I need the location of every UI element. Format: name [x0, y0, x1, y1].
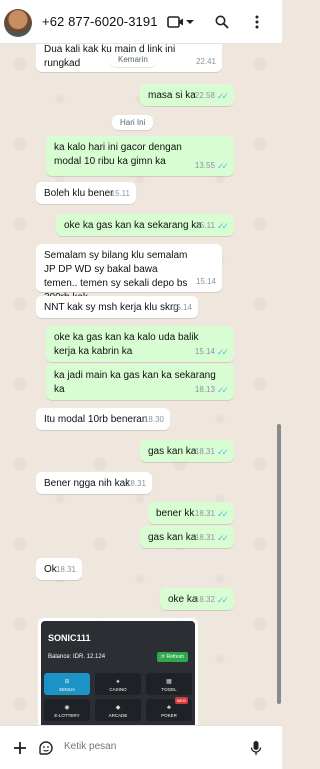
message-time: 18.13 ✓✓: [194, 385, 229, 395]
message-text: gas kan ka: [148, 532, 197, 543]
message-time: 18.32 ✓✓: [194, 595, 229, 605]
lottery-icon: ◉: [64, 705, 70, 711]
refresh-badge: ⟳ Refresh: [156, 652, 188, 662]
message-input[interactable]: [64, 741, 234, 752]
message-time: 18.31: [125, 479, 146, 488]
arcade-icon: ◆: [115, 705, 121, 711]
read-ticks-icon: ✓✓: [216, 533, 229, 543]
message-outgoing[interactable]: ka jadi main ka gas kan ka sekarang ka 1…: [46, 364, 234, 400]
read-ticks-icon: ✓✓: [216, 509, 229, 519]
message-outgoing[interactable]: gas kan ka 18.31 ✓✓: [140, 440, 234, 462]
message-time: 15.14: [171, 303, 192, 312]
menu-dots-icon[interactable]: [247, 12, 267, 32]
avatar[interactable]: [4, 9, 32, 37]
read-ticks-icon: ✓✓: [216, 385, 229, 395]
plus-icon[interactable]: [10, 738, 30, 758]
tile-togel: ▦ TOGEL: [146, 673, 192, 695]
message-outgoing[interactable]: bener kk 18.31 ✓✓: [148, 502, 234, 524]
message-text: Ok: [44, 564, 57, 575]
message-time: 15.14 ✓✓: [194, 347, 229, 357]
game-balance: Balance: IDR. 12.124: [48, 654, 106, 660]
message-incoming[interactable]: Semalam sy bilang klu semalam JP DP WD s…: [36, 244, 222, 303]
read-ticks-icon: ✓✓: [216, 221, 229, 231]
togel-icon: ▦: [166, 679, 172, 685]
message-text: Boleh klu bener: [44, 188, 114, 199]
new-badge: NEW: [174, 697, 188, 704]
message-outgoing[interactable]: oke ka gas kan ka sekarang ka 15.11 ✓✓: [56, 214, 234, 236]
message-text: Bener ngga nih kak: [44, 478, 131, 489]
message-text: gas kan ka: [148, 446, 197, 457]
message-time: 13.55 ✓✓: [194, 161, 229, 171]
message-incoming[interactable]: Ok 18.31: [36, 558, 82, 580]
chevron-down-icon[interactable]: [184, 12, 196, 32]
message-outgoing[interactable]: gas kan ka 18.31 ✓✓: [140, 526, 234, 548]
video-call-icon[interactable]: [166, 12, 186, 32]
game-title: SONIC111: [48, 633, 91, 643]
message-text: ka kalo hari ini gacor dengan modal 10 r…: [54, 142, 182, 167]
message-time: 18.31: [55, 565, 76, 574]
casino-icon: ♠: [116, 679, 120, 685]
message-time: 18.31 ✓✓: [194, 509, 229, 519]
message-time: 18.31 ✓✓: [194, 447, 229, 457]
read-ticks-icon: ✓✓: [216, 91, 229, 101]
tile-semua: ⊞ SEMUA: [44, 673, 90, 695]
chat-area[interactable]: Dua kali kak ku main d link ini rungkad …: [0, 44, 282, 725]
message-text: oke ka gas kan ka kalo uda balik kerja k…: [54, 332, 199, 357]
message-incoming[interactable]: Itu modal 10rb beneran 18.30: [36, 408, 170, 430]
date-divider: Kemarin: [110, 52, 156, 67]
read-ticks-icon: ✓✓: [216, 347, 229, 357]
poker-icon: ♣: [167, 705, 171, 711]
message-text: masa si ka: [148, 90, 196, 101]
message-time: 22.58 ✓✓: [194, 91, 229, 101]
tile-poker: NEW ♣ POKER: [146, 697, 192, 721]
chat-header: +62 877-6020-3191: [0, 0, 282, 44]
message-time: 22.41: [195, 57, 216, 66]
message-text: oke ka gas kan ka sekarang ka: [64, 220, 202, 231]
date-divider: Hari Ini: [112, 115, 154, 130]
tile-arcade: ◆ ARCADE: [95, 699, 141, 721]
message-text: Itu modal 10rb beneran: [44, 414, 148, 425]
message-time: 15.11 ✓✓: [195, 221, 229, 231]
message-incoming[interactable]: NNT kak sy msh kerja klu skrg 15.14: [36, 296, 198, 318]
message-time: 15.11: [110, 189, 130, 198]
sticker-icon[interactable]: [36, 738, 56, 758]
message-outgoing[interactable]: oke ka 18.32 ✓✓: [160, 588, 234, 610]
scrollbar[interactable]: [277, 424, 281, 704]
search-icon[interactable]: [212, 12, 232, 32]
tile-lottery: ◉ E-LOTTERY: [44, 699, 90, 721]
game-screenshot: SONIC111 Balance: IDR. 12.124 ⟳ Refresh …: [41, 621, 195, 725]
read-ticks-icon: ✓✓: [216, 161, 229, 171]
message-text: bener kk: [156, 508, 195, 519]
message-time: 15.14: [195, 277, 216, 286]
message-time: 18.30: [143, 415, 164, 424]
read-ticks-icon: ✓✓: [216, 595, 229, 605]
read-ticks-icon: ✓✓: [216, 447, 229, 457]
message-outgoing[interactable]: masa si ka 22.58 ✓✓: [140, 84, 234, 106]
message-text: NNT kak sy msh kerja klu skrg: [44, 302, 179, 313]
tile-casino: ♠ CASINO: [95, 673, 141, 695]
message-outgoing[interactable]: ka kalo hari ini gacor dengan modal 10 r…: [46, 136, 234, 176]
contact-phone[interactable]: +62 877-6020-3191: [42, 14, 158, 29]
microphone-icon[interactable]: [246, 738, 266, 758]
message-time: 18.31 ✓✓: [194, 533, 229, 543]
message-incoming[interactable]: Bener ngga nih kak 18.31: [36, 472, 152, 494]
message-composer: [0, 725, 282, 769]
message-incoming[interactable]: Boleh klu bener 15.11: [36, 182, 136, 204]
message-outgoing[interactable]: oke ka gas kan ka kalo uda balik kerja k…: [46, 326, 234, 362]
message-text: oke ka: [168, 594, 198, 605]
image-message[interactable]: SONIC111 Balance: IDR. 12.124 ⟳ Refresh …: [38, 618, 198, 725]
grid-icon: ⊞: [64, 679, 70, 685]
message-text: ka jadi main ka gas kan ka sekarang ka: [54, 370, 216, 395]
